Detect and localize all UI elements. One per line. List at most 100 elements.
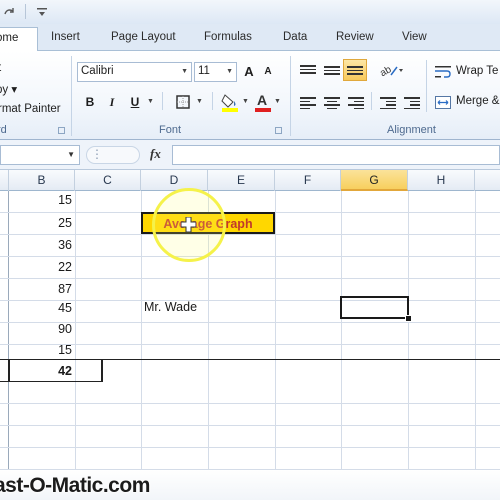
align-left-icon[interactable] <box>300 95 316 109</box>
formula-input[interactable] <box>172 145 500 165</box>
tab-view[interactable]: View <box>402 31 427 43</box>
gridline <box>0 381 103 382</box>
column-header-i[interactable] <box>475 170 500 191</box>
increase-indent-icon[interactable] <box>404 95 420 109</box>
cell-b3[interactable]: 25 <box>10 216 72 230</box>
decrease-indent-icon[interactable] <box>380 95 396 109</box>
clipboard-launcher-icon[interactable] <box>58 127 65 134</box>
redo-icon[interactable] <box>3 6 15 18</box>
tab-formulas[interactable]: Formulas <box>204 31 252 43</box>
gridline <box>408 191 409 471</box>
cut-button[interactable]: t <box>0 62 1 74</box>
tab-insert[interactable]: Insert <box>51 31 80 43</box>
column-header-h[interactable]: H <box>408 170 475 191</box>
gridline <box>341 191 342 471</box>
font-group-label: Font <box>159 124 182 136</box>
top-align-icon[interactable] <box>300 63 316 77</box>
cell-b7[interactable]: 45 <box>10 301 72 315</box>
gridline <box>0 322 500 323</box>
font-color-icon[interactable]: A <box>254 92 272 112</box>
middle-align-icon[interactable] <box>324 63 340 77</box>
column-header-f[interactable]: F <box>275 170 341 191</box>
align-center-icon[interactable] <box>324 95 340 109</box>
column-header-c[interactable]: C <box>75 170 141 191</box>
gridline <box>0 359 500 360</box>
formula-bar-divider-control[interactable]: ⋮ <box>86 146 140 164</box>
font-launcher-icon[interactable] <box>275 127 282 134</box>
format-painter-button[interactable]: rmat Painter <box>0 103 61 115</box>
fill-handle[interactable] <box>405 315 412 322</box>
title-bar <box>0 0 500 24</box>
gridline <box>475 191 476 471</box>
divider <box>212 92 213 110</box>
group-separator <box>290 56 291 136</box>
cell-b5[interactable]: 22 <box>10 260 72 274</box>
cell-b8[interactable]: 90 <box>10 322 72 336</box>
gridline <box>275 191 276 471</box>
grow-font-button[interactable]: A <box>242 64 256 79</box>
column-header-g[interactable]: G <box>341 170 408 191</box>
borders-icon[interactable] <box>176 95 190 109</box>
bottom-align-button[interactable] <box>343 59 367 81</box>
cell-d7[interactable]: Mr. Wade <box>144 300 197 314</box>
gridline <box>0 403 500 404</box>
gridline <box>0 425 500 426</box>
chevron-down-icon: ▼ <box>181 68 188 75</box>
wrap-text-button[interactable]: Wrap Te <box>456 65 498 77</box>
bold-button[interactable]: B <box>83 95 97 109</box>
cell-border <box>101 359 103 382</box>
cell-b6[interactable]: 87 <box>10 282 72 296</box>
row-header-corner[interactable] <box>0 170 9 191</box>
column-header-row: B C D E F G H <box>0 170 500 191</box>
chevron-down-icon[interactable]: ▼ <box>67 150 75 159</box>
tab-home-label: ome <box>0 32 19 44</box>
merge-center-icon[interactable] <box>435 96 451 109</box>
column-header-b[interactable]: B <box>9 170 75 191</box>
cell-b10-total[interactable]: 42 <box>10 364 72 378</box>
underline-button[interactable]: U <box>128 95 142 109</box>
divider <box>426 60 427 112</box>
active-cell-g7[interactable] <box>340 296 409 319</box>
chevron-down-icon: ▼ <box>226 68 233 75</box>
divider <box>371 92 372 110</box>
shrink-font-button[interactable]: A <box>261 66 275 77</box>
clipboard-group-label: rd <box>0 124 7 136</box>
font-name-select[interactable]: Calibri ▼ <box>77 62 192 82</box>
chevron-down-icon[interactable]: ▼ <box>196 98 203 105</box>
cell-select-cursor-icon <box>181 217 196 232</box>
chevron-down-icon[interactable]: ▼ <box>147 98 154 105</box>
gridline <box>0 234 500 235</box>
tab-data[interactable]: Data <box>283 31 307 43</box>
alignment-group-label: Alignment <box>387 124 436 136</box>
orientation-icon[interactable]: ab <box>380 63 406 77</box>
copy-button[interactable]: py ▾ <box>0 82 17 96</box>
bottom-align-icon <box>347 66 363 80</box>
qa-separator <box>25 4 26 19</box>
cell-b2[interactable]: 15 <box>10 193 72 207</box>
group-separator <box>71 56 72 136</box>
cell-b9[interactable]: 15 <box>10 343 72 357</box>
customize-qa-icon[interactable] <box>36 6 48 18</box>
align-right-icon[interactable] <box>348 95 364 109</box>
cell-b4[interactable]: 36 <box>10 238 72 252</box>
chevron-down-icon[interactable]: ▼ <box>242 98 249 105</box>
column-header-d[interactable]: D <box>141 170 208 191</box>
fill-color-icon[interactable] <box>221 92 239 112</box>
merge-center-button[interactable]: Merge & <box>456 95 499 107</box>
wrap-text-icon[interactable] <box>435 65 451 79</box>
tab-page-layout[interactable]: Page Layout <box>111 31 176 43</box>
tab-review[interactable]: Review <box>336 31 374 43</box>
italic-button[interactable]: I <box>105 95 119 110</box>
ribbon-tab-bar: ome Insert Page Layout Formulas Data Rev… <box>0 24 500 52</box>
divider <box>162 92 163 110</box>
font-size-value: 11 <box>198 65 210 77</box>
svg-text:A: A <box>257 92 267 108</box>
name-box[interactable]: ▼ <box>0 145 80 165</box>
font-size-select[interactable]: 11 ▼ <box>194 62 237 82</box>
insert-function-button[interactable]: fx <box>150 146 161 162</box>
tab-home[interactable]: ome <box>0 27 38 52</box>
watermark-text: ast-O-Matic.com <box>0 474 150 497</box>
column-header-e[interactable]: E <box>208 170 275 191</box>
gridline <box>0 278 500 279</box>
chevron-down-icon[interactable]: ▼ <box>274 98 281 105</box>
